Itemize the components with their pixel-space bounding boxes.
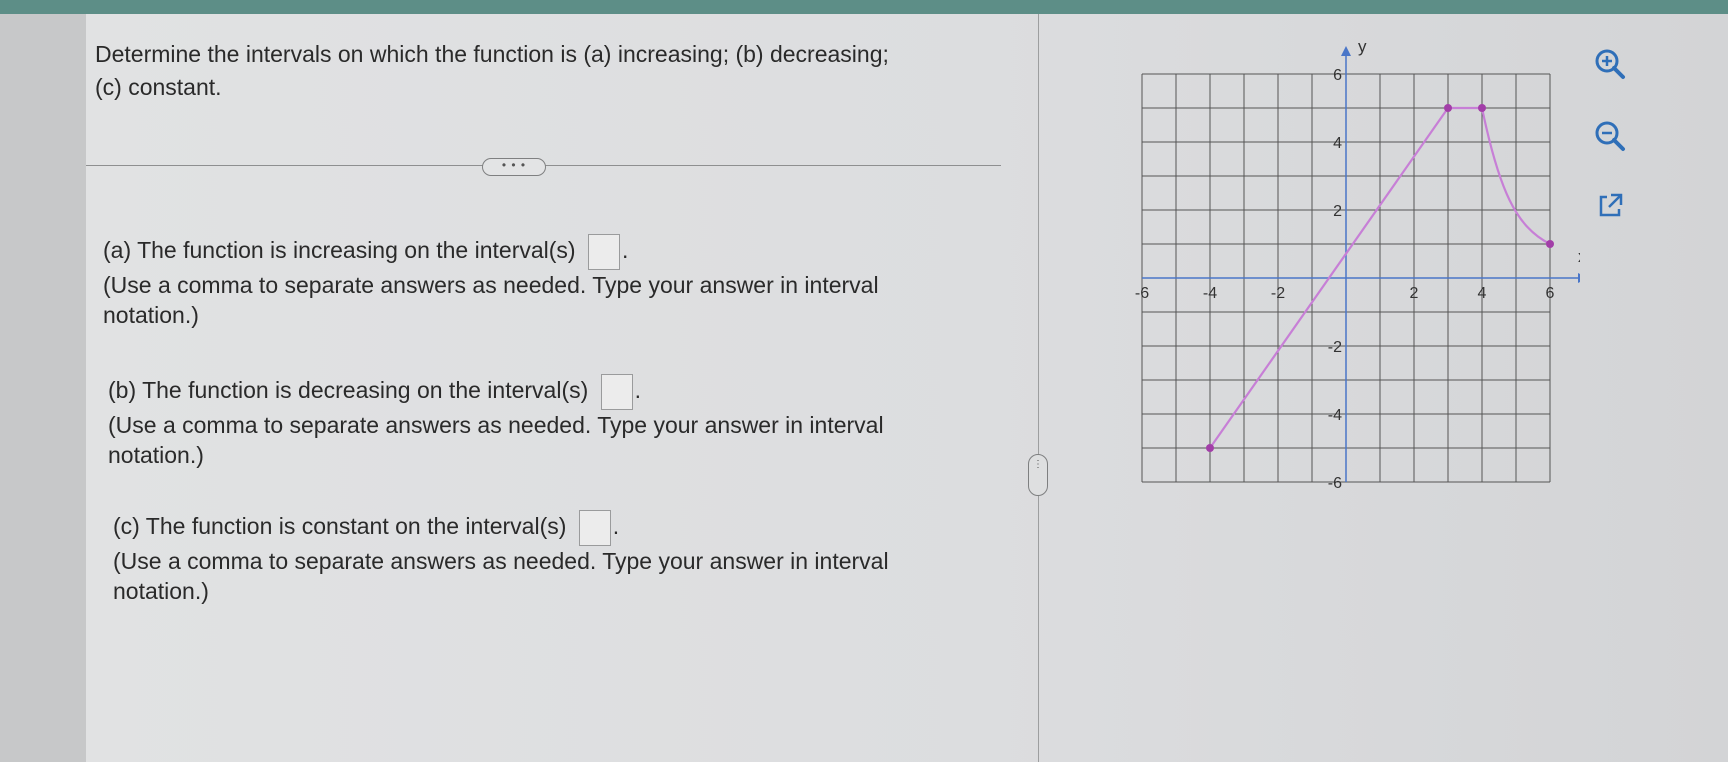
y-axis-arrow xyxy=(1341,46,1351,56)
y-tick-label: 6 xyxy=(1333,67,1342,84)
x-tick-label: 2 xyxy=(1410,285,1419,302)
expand-button[interactable]: • • • xyxy=(482,158,546,176)
part-b-label: (b) The function is decreasing on the in… xyxy=(108,377,589,404)
y-tick-label: -2 xyxy=(1328,339,1342,356)
x-tick-label: -2 xyxy=(1271,285,1285,302)
zoom-in-icon xyxy=(1595,49,1625,79)
y-axis-label: y xyxy=(1358,38,1367,56)
external-link-icon xyxy=(1599,193,1623,217)
y-tick-label: -6 xyxy=(1328,475,1342,492)
x-axis-arrow xyxy=(1578,273,1580,283)
part-a-answer-input[interactable] xyxy=(587,234,620,270)
part-b-hint: (Use a comma to separate answers as need… xyxy=(108,412,884,468)
x-axis-label: x xyxy=(1578,247,1580,266)
part-a-hint: (Use a comma to separate answers as need… xyxy=(103,272,879,328)
y-tick-label: 4 xyxy=(1333,135,1342,152)
zoom-out-icon xyxy=(1595,121,1625,151)
zoom-in-button[interactable] xyxy=(1590,44,1630,84)
y-tick-label: -4 xyxy=(1328,407,1342,424)
zoom-out-button[interactable] xyxy=(1590,116,1630,156)
part-b-answer-input[interactable] xyxy=(600,374,633,410)
function-graph: x y -6 -4 -2 2 4 6 6 4 2 -2 -4 -6 xyxy=(1135,38,1580,492)
function-point xyxy=(1206,444,1214,452)
y-tick-label: 2 xyxy=(1333,203,1342,220)
left-margin xyxy=(0,14,86,762)
x-tick-label: -6 xyxy=(1135,285,1149,302)
part-a-label: (a) The function is increasing on the in… xyxy=(103,237,576,264)
x-tick-label: 4 xyxy=(1478,285,1487,302)
part-c: (c) The function is constant on the inte… xyxy=(113,510,933,606)
function-point xyxy=(1546,240,1554,248)
part-b: (b) The function is decreasing on the in… xyxy=(108,374,928,470)
popout-button[interactable] xyxy=(1590,186,1630,226)
function-point xyxy=(1478,104,1486,112)
splitter-handle[interactable]: ⋮ xyxy=(1028,454,1048,496)
question-prompt: Determine the intervals on which the fun… xyxy=(95,41,889,100)
x-tick-label: -4 xyxy=(1203,285,1217,302)
function-point xyxy=(1444,104,1452,112)
part-c-answer-input[interactable] xyxy=(578,510,611,546)
part-a: (a) The function is increasing on the in… xyxy=(103,234,923,330)
x-tick-label: 6 xyxy=(1546,285,1555,302)
part-c-hint: (Use a comma to separate answers as need… xyxy=(113,548,889,604)
top-bar xyxy=(0,0,1728,14)
part-c-label: (c) The function is constant on the inte… xyxy=(113,513,567,540)
pane-divider xyxy=(1038,14,1039,762)
